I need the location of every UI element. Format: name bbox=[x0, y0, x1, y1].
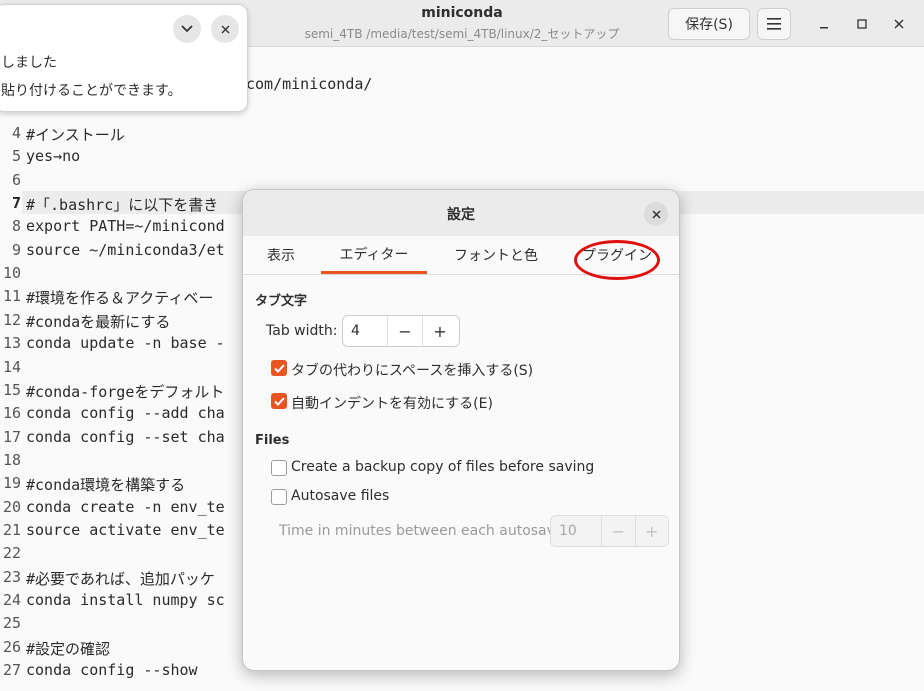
line-number: 22 bbox=[2, 544, 21, 563]
maximize-button[interactable] bbox=[850, 12, 874, 36]
code-line[interactable]: 4 #インストール bbox=[0, 122, 924, 145]
files-section-title: Files bbox=[255, 433, 290, 448]
line-number: 7 bbox=[11, 194, 21, 213]
close-icon bbox=[651, 209, 661, 219]
line-number: 9 bbox=[11, 240, 21, 259]
line-text: #condaを最新にする bbox=[26, 312, 171, 331]
line-text: source ~/miniconda3/et bbox=[26, 240, 225, 259]
autosave-checkbox[interactable] bbox=[271, 489, 287, 505]
line-text: #「.bashrc」に以下を書き bbox=[26, 196, 219, 215]
insert-spaces-label[interactable]: タブの代わりにスペースを挿入する(S) bbox=[291, 360, 533, 380]
line-text: #環境を作る＆アクティベー bbox=[26, 289, 214, 308]
line-number: 10 bbox=[2, 264, 21, 283]
decrement-button: − bbox=[601, 516, 634, 546]
line-number: 12 bbox=[2, 310, 21, 329]
line-text: conda update -n base - bbox=[26, 334, 225, 353]
tab-view[interactable]: 表示 bbox=[255, 236, 307, 274]
line-number: 21 bbox=[2, 520, 21, 539]
tab-editor[interactable]: エディター bbox=[321, 236, 427, 274]
line-text: export PATH=~/minicond bbox=[26, 217, 225, 236]
checkmark-icon bbox=[273, 363, 285, 373]
line-text: #conda-forgeをデフォルト bbox=[26, 382, 225, 401]
line-number: 17 bbox=[2, 427, 21, 446]
notification-line-2: 貼り付けることができます。 bbox=[1, 83, 182, 99]
insert-spaces-checkbox[interactable] bbox=[271, 360, 287, 376]
decrement-button[interactable]: − bbox=[387, 316, 422, 346]
close-window-button[interactable] bbox=[887, 12, 911, 36]
increment-button: + bbox=[634, 516, 668, 546]
line-text: #設定の確認 bbox=[26, 639, 111, 658]
minimize-icon bbox=[820, 27, 828, 29]
dialog-header: 設定 bbox=[243, 190, 679, 237]
dismiss-notification-button[interactable] bbox=[211, 15, 239, 43]
maximize-icon bbox=[857, 19, 867, 29]
code-fragment: com/miniconda/ bbox=[246, 75, 373, 93]
hamburger-icon bbox=[767, 18, 781, 30]
auto-indent-label[interactable]: 自動インデントを有効にする(E) bbox=[291, 393, 493, 413]
line-number: 19 bbox=[2, 474, 21, 493]
backup-label[interactable]: Create a backup copy of files before sav… bbox=[291, 459, 594, 475]
increment-button[interactable]: + bbox=[422, 316, 457, 346]
autosave-minutes-label: Time in minutes between each autosave: bbox=[279, 523, 569, 539]
close-icon bbox=[894, 19, 904, 29]
line-number: 23 bbox=[2, 567, 21, 586]
line-number: 16 bbox=[2, 404, 21, 423]
code-line[interactable]: 5 yes→no bbox=[0, 145, 924, 168]
line-number: 26 bbox=[2, 637, 21, 656]
line-text: #conda環境を構築する bbox=[26, 476, 186, 495]
line-number: 4 bbox=[11, 124, 21, 142]
tab-width-stepper[interactable]: 4 − + bbox=[342, 315, 460, 347]
line-number: 15 bbox=[2, 380, 21, 399]
line-number: 18 bbox=[2, 450, 21, 469]
tab-section-title: タブ文字 bbox=[255, 294, 308, 309]
chevron-down-icon bbox=[181, 25, 193, 33]
line-text: yes→no bbox=[26, 147, 81, 166]
hamburger-menu-button[interactable] bbox=[757, 8, 791, 40]
line-text: #インストール bbox=[26, 126, 125, 144]
line-text: conda install numpy sc bbox=[26, 591, 225, 609]
line-number: 24 bbox=[2, 591, 21, 609]
autosave-minutes-value: 10 bbox=[559, 523, 577, 539]
line-number: 6 bbox=[11, 170, 21, 189]
line-number: 5 bbox=[11, 147, 21, 166]
tab-width-value[interactable]: 4 bbox=[343, 316, 387, 346]
minimize-button[interactable] bbox=[812, 12, 836, 36]
settings-dialog: 設定 表示 エディター フォントと色 プラグイン タブ文字 Tab width:… bbox=[242, 189, 680, 671]
autosave-label[interactable]: Autosave files bbox=[291, 488, 389, 504]
notification-popup: しました 貼り付けることができます。 bbox=[0, 4, 248, 112]
save-button[interactable]: 保存(S) bbox=[668, 8, 750, 40]
line-number: 11 bbox=[2, 287, 21, 306]
line-text: conda create -n env_te bbox=[26, 497, 225, 516]
auto-indent-checkbox[interactable] bbox=[271, 393, 287, 409]
line-text: conda config --show bbox=[26, 661, 198, 680]
line-text: source activate env_te bbox=[26, 520, 225, 539]
line-number: 8 bbox=[11, 217, 21, 236]
line-text: conda config --set cha bbox=[26, 427, 225, 446]
line-text: conda config --add cha bbox=[26, 404, 225, 423]
line-number: 14 bbox=[2, 357, 21, 376]
tab-fonts-colors[interactable]: フォントと色 bbox=[441, 236, 551, 274]
autosave-minutes-stepper: 10 − + bbox=[550, 515, 669, 547]
line-number: 27 bbox=[2, 661, 21, 680]
dialog-close-button[interactable] bbox=[644, 202, 668, 226]
annotation-circle bbox=[574, 240, 660, 280]
backup-checkbox[interactable] bbox=[271, 460, 287, 476]
close-icon bbox=[221, 25, 229, 33]
line-number: 20 bbox=[2, 497, 21, 516]
checkmark-icon bbox=[273, 396, 285, 406]
notification-line-1: しました bbox=[1, 55, 57, 71]
tab-width-label: Tab width: bbox=[266, 323, 338, 339]
expand-notification-button[interactable] bbox=[173, 15, 201, 43]
line-text: #必要であれば、追加パッケ bbox=[26, 569, 215, 588]
line-number: 25 bbox=[2, 614, 21, 633]
line-number: 13 bbox=[2, 334, 21, 353]
dialog-title: 設定 bbox=[447, 207, 475, 223]
